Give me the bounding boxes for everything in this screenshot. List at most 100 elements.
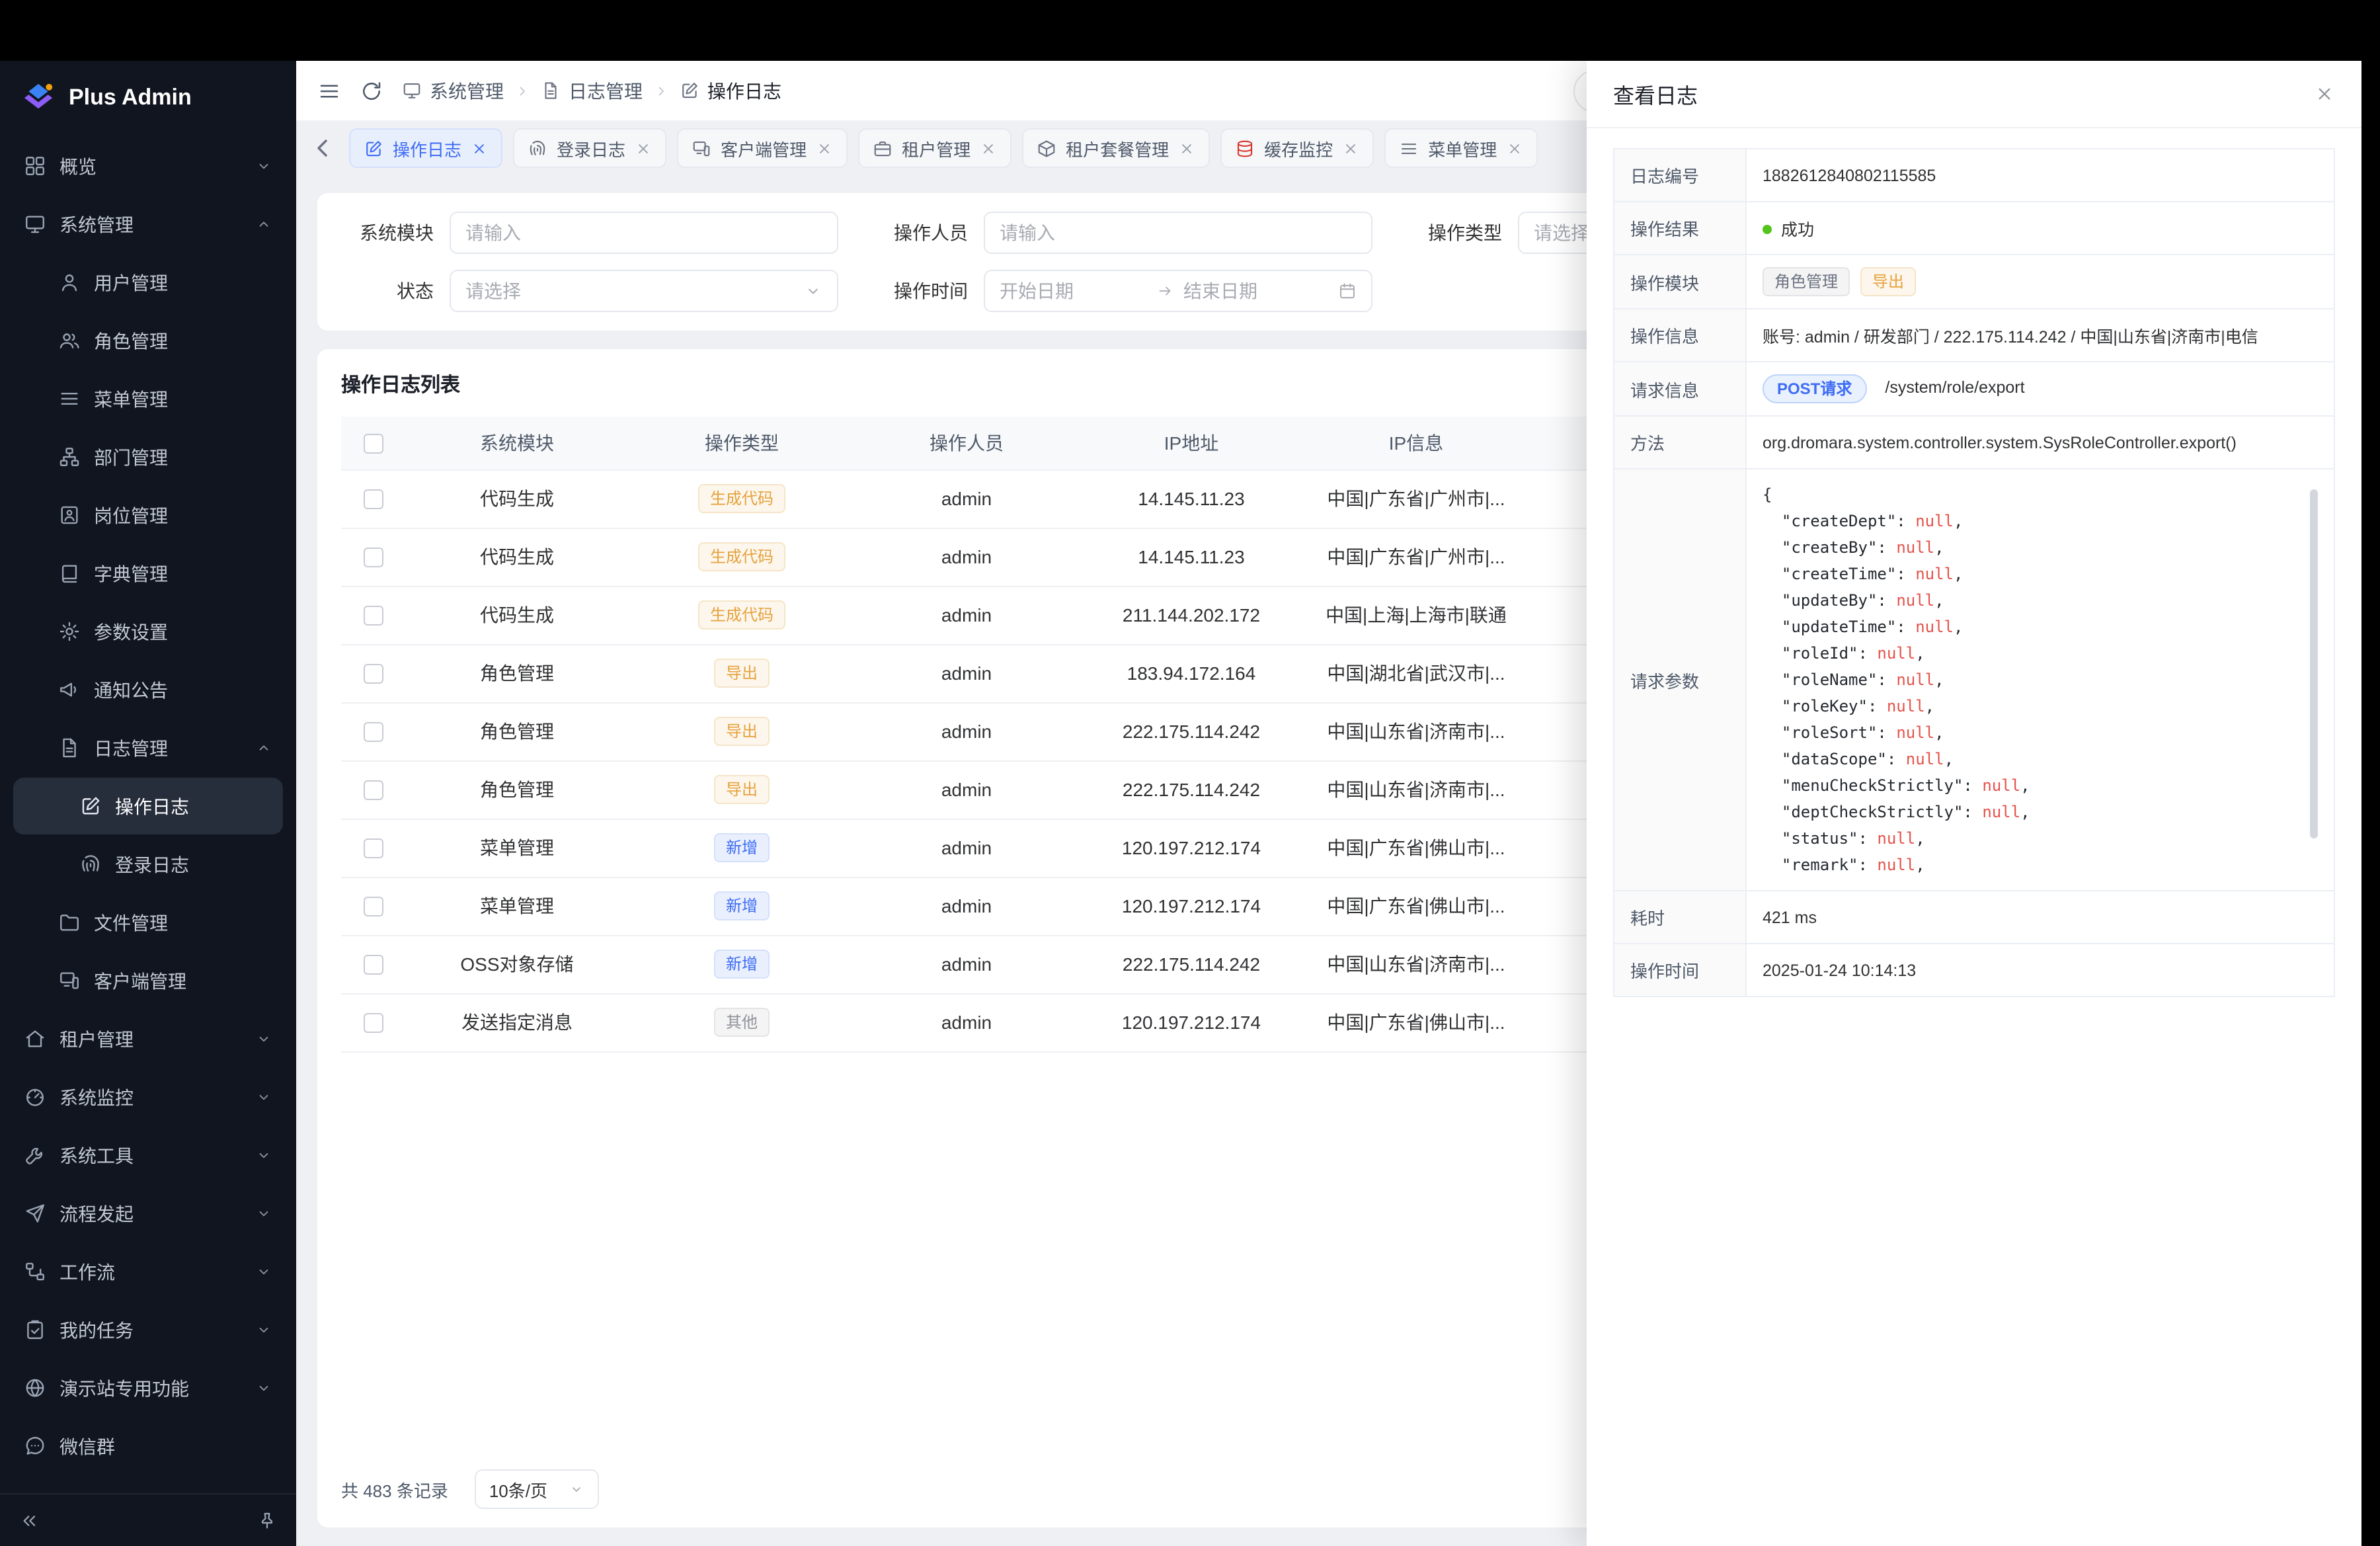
sidebar-item-my-tasks[interactable]: 我的任务 bbox=[13, 1301, 283, 1358]
row-checkbox[interactable] bbox=[363, 606, 383, 626]
module-input[interactable]: 请输入 bbox=[450, 212, 838, 254]
close-icon[interactable] bbox=[1506, 140, 1523, 157]
row-checkbox[interactable] bbox=[363, 665, 383, 684]
row-checkbox[interactable] bbox=[363, 1014, 383, 1034]
end-date-placeholder: 结束日期 bbox=[1183, 278, 1330, 304]
sidebar-item-menu-management[interactable]: 菜单管理 bbox=[13, 370, 283, 427]
detail-label: 操作时间 bbox=[1614, 944, 1746, 997]
sidebar-item-post-management[interactable]: 岗位管理 bbox=[13, 487, 283, 544]
sidebar-footer bbox=[0, 1493, 296, 1546]
app-logo: Plus Admin bbox=[0, 61, 296, 135]
sidebar-item-label: 概览 bbox=[60, 153, 255, 179]
cell-operator: admin bbox=[854, 760, 1079, 819]
detail-label: 耗时 bbox=[1614, 891, 1746, 944]
row-checkbox[interactable] bbox=[363, 723, 383, 743]
chevron-down-icon bbox=[255, 1321, 272, 1338]
detail-row-result: 操作结果 成功 bbox=[1614, 202, 2334, 255]
row-checkbox[interactable] bbox=[363, 781, 383, 801]
tab-login-log[interactable]: 登录日志 bbox=[513, 128, 666, 168]
close-icon[interactable] bbox=[1342, 140, 1359, 157]
hamburger-icon[interactable] bbox=[317, 79, 341, 102]
tab-operation-log[interactable]: 操作日志 bbox=[349, 128, 502, 168]
tab-client-management[interactable]: 客户端管理 bbox=[677, 128, 848, 168]
cell-module: 发送指定消息 bbox=[405, 993, 629, 1051]
type-badge: 导出 bbox=[714, 775, 770, 804]
tab-tenant-package-management[interactable]: 租户套餐管理 bbox=[1022, 128, 1210, 168]
sidebar-item-label: 工作流 bbox=[60, 1258, 255, 1285]
cell-module: 代码生成 bbox=[405, 528, 629, 586]
filter-label: 操作类型 bbox=[1409, 220, 1502, 246]
sidebar-item-user-management[interactable]: 用户管理 bbox=[13, 254, 283, 311]
sidebar-item-system-management[interactable]: 系统管理 bbox=[13, 196, 283, 253]
sidebar-item-tenant-management[interactable]: 租户管理 bbox=[13, 1010, 283, 1067]
sidebar-item-process-initiation[interactable]: 流程发起 bbox=[13, 1185, 283, 1242]
briefcase-icon bbox=[873, 138, 892, 158]
row-checkbox[interactable] bbox=[363, 839, 383, 859]
date-range-picker[interactable]: 开始日期 结束日期 bbox=[984, 270, 1372, 312]
sidebar-item-role-management[interactable]: 角色管理 bbox=[13, 312, 283, 369]
tab-label: 租户管理 bbox=[902, 136, 971, 161]
breadcrumb-item-system[interactable]: 系统管理 bbox=[402, 77, 504, 104]
row-checkbox[interactable] bbox=[363, 490, 383, 510]
sidebar-item-label: 参数设置 bbox=[94, 618, 272, 645]
detail-label: 操作信息 bbox=[1614, 309, 1746, 362]
sidebar-collapse-icon[interactable] bbox=[19, 1510, 40, 1531]
sidebar-item-system-tools[interactable]: 系统工具 bbox=[13, 1127, 283, 1184]
tab-menu-management[interactable]: 菜单管理 bbox=[1384, 128, 1538, 168]
operator-input[interactable]: 请输入 bbox=[984, 212, 1372, 254]
detail-row-duration: 耗时 421 ms bbox=[1614, 891, 2334, 944]
client-devices-icon bbox=[692, 138, 711, 158]
sidebar-item-parameter-settings[interactable]: 参数设置 bbox=[13, 603, 283, 660]
chevron-down-icon bbox=[255, 1147, 272, 1164]
close-icon[interactable] bbox=[2314, 83, 2335, 104]
module-tag: 角色管理 bbox=[1763, 267, 1850, 296]
code-scrollbar-thumb[interactable] bbox=[2310, 489, 2318, 838]
menu-list-icon bbox=[58, 387, 81, 410]
tabs-scroll-left-icon[interactable] bbox=[307, 132, 338, 164]
refresh-icon[interactable] bbox=[360, 79, 383, 102]
close-icon[interactable] bbox=[1178, 140, 1195, 157]
sidebar-item-label: 文件管理 bbox=[94, 909, 272, 936]
sidebar-item-department-management[interactable]: 部门管理 bbox=[13, 428, 283, 485]
sidebar-item-demo-features[interactable]: 演示站专用功能 bbox=[13, 1360, 283, 1416]
row-checkbox[interactable] bbox=[363, 956, 383, 975]
package-icon bbox=[1037, 138, 1056, 158]
sidebar-item-system-monitor[interactable]: 系统监控 bbox=[13, 1069, 283, 1125]
type-badge: 生成代码 bbox=[698, 484, 785, 513]
sidebar-item-label: 岗位管理 bbox=[94, 502, 272, 528]
breadcrumb-item-operation-log[interactable]: 操作日志 bbox=[680, 77, 781, 104]
tab-tenant-management[interactable]: 租户管理 bbox=[858, 128, 1012, 168]
row-checkbox[interactable] bbox=[363, 897, 383, 917]
status-select[interactable]: 请选择 bbox=[450, 270, 838, 312]
sidebar-pin-icon[interactable] bbox=[257, 1510, 278, 1531]
breadcrumb-item-log[interactable]: 日志管理 bbox=[541, 77, 643, 104]
chevron-down-icon bbox=[569, 1481, 584, 1497]
tab-cache-monitor[interactable]: 缓存监控 bbox=[1220, 128, 1374, 168]
sidebar-item-file-management[interactable]: 文件管理 bbox=[13, 894, 283, 951]
row-checkbox[interactable] bbox=[363, 548, 383, 568]
sidebar-item-overview[interactable]: 概览 bbox=[13, 138, 283, 194]
sidebar-item-label: 角色管理 bbox=[94, 327, 272, 354]
sidebar-item-notice-announcement[interactable]: 通知公告 bbox=[13, 661, 283, 718]
page-size-select[interactable]: 10条/页 bbox=[475, 1469, 599, 1509]
sidebar-item-client-management[interactable]: 客户端管理 bbox=[13, 952, 283, 1009]
type-badge: 其他 bbox=[714, 1008, 770, 1037]
close-icon[interactable] bbox=[471, 140, 488, 157]
cell-ip-info: 中国|广东省|佛山市|... bbox=[1304, 993, 1528, 1051]
sidebar-item-operation-log[interactable]: 操作日志 bbox=[13, 778, 283, 834]
breadcrumb: 系统管理 日志管理 操作日志 bbox=[402, 77, 781, 104]
sidebar-item-wechat-group[interactable]: 微信群 bbox=[13, 1418, 283, 1475]
sidebar-item-workflow[interactable]: 工作流 bbox=[13, 1243, 283, 1300]
sidebar-item-dict-management[interactable]: 字典管理 bbox=[13, 545, 283, 602]
cell-ip: 211.144.202.172 bbox=[1079, 586, 1304, 644]
gear-icon bbox=[58, 620, 81, 643]
close-icon[interactable] bbox=[816, 140, 833, 157]
select-all-checkbox[interactable] bbox=[363, 434, 383, 454]
sidebar-item-label: 微信群 bbox=[60, 1433, 272, 1459]
sidebar-item-login-log[interactable]: 登录日志 bbox=[13, 836, 283, 893]
sidebar-item-log-management[interactable]: 日志管理 bbox=[13, 719, 283, 776]
close-icon[interactable] bbox=[635, 140, 652, 157]
close-icon[interactable] bbox=[980, 140, 997, 157]
cell-ip: 120.197.212.174 bbox=[1079, 819, 1304, 877]
request-params-code-block[interactable]: { "createDept": null, "createBy": null, … bbox=[1763, 481, 2318, 878]
